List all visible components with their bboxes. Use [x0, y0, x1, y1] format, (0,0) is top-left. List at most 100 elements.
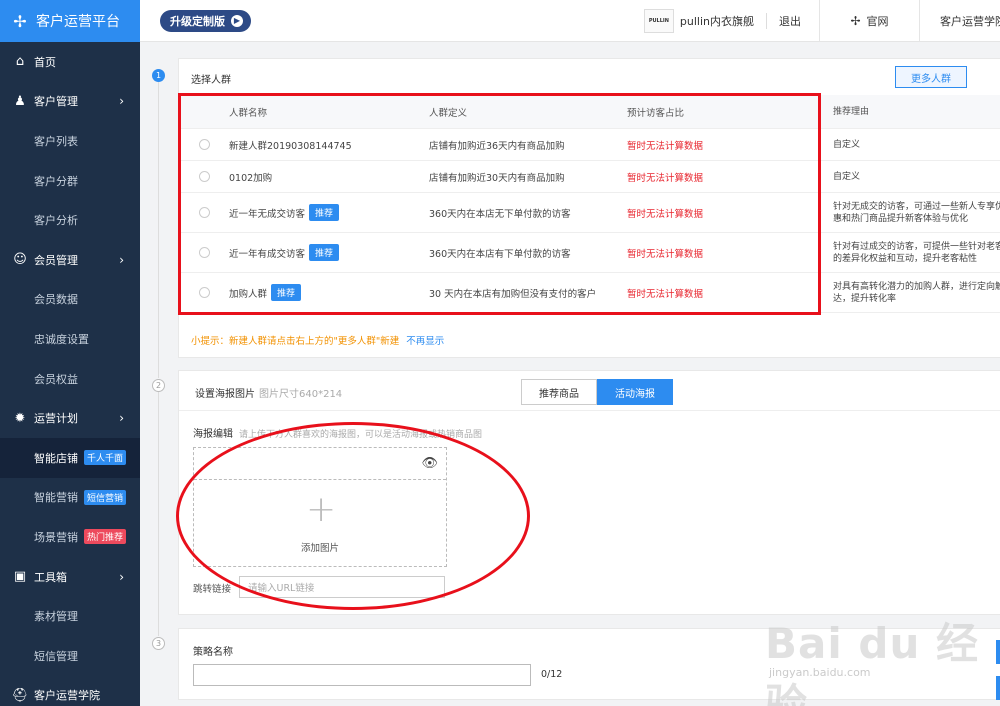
right-edge-tab[interactable] — [996, 676, 1000, 700]
tip-text: 小提示：新建人群请点击右上方的"更多人群"新建 不再显示 — [191, 333, 444, 347]
sidebar-item-16[interactable]: ⛑ 客户运营学院 — [0, 676, 140, 706]
sidebar-item-0[interactable]: ⌂ 首页 — [0, 42, 140, 82]
sidebar-item-14[interactable]: 素材管理 — [0, 596, 140, 636]
audience-name-cell: 新建人群20190308144745 — [229, 138, 429, 152]
right-edge-tab[interactable] — [996, 640, 1000, 664]
toolbox-icon: ▣ — [13, 569, 27, 585]
tab-event-poster[interactable]: 活动海报 — [597, 379, 673, 405]
sidebar-item-3[interactable]: 客户分群 — [0, 161, 140, 201]
row-radio[interactable] — [198, 247, 210, 258]
official-site-label: 官网 — [866, 15, 889, 28]
recommend-reason: 针对有过成交的访客，可提供一些针对老客的差异化权益和互动，提升老客粘性 — [833, 241, 1000, 264]
table-row[interactable]: 新建人群20190308144745 店铺有加购近36天内有商品加购 暂时无法计算数… — [179, 129, 1000, 161]
sidebar: ✢ 客户运营平台 ⌂ 首页 ♟ 客户管理 › 客户列表客户分群客户分析 ☺ 会员管理 › 会员数据… — [0, 0, 140, 706]
audience-table: 人群名称 人群定义 预计访客占比 推荐理由 新建人群20190308144745… — [179, 95, 1000, 313]
sidebar-item-label: 素材管理 — [34, 610, 78, 624]
sidebar-item-1[interactable]: ♟ 客户管理 › — [0, 82, 140, 122]
row-radio[interactable] — [198, 287, 210, 298]
sidebar-item-4[interactable]: 客户分析 — [0, 200, 140, 240]
row-radio-cell — [179, 287, 229, 298]
chevron-right-icon: › — [119, 411, 124, 426]
more-audience-button[interactable]: 更多人群 — [895, 66, 967, 88]
recommend-tag: 推荐 — [271, 284, 302, 301]
sidebar-item-label: 智能营销 — [34, 491, 78, 505]
sidebar-item-label: 短信管理 — [34, 649, 78, 663]
audience-name-cell: 近一年无成交访客 推荐 — [229, 204, 429, 221]
plus-icon: + — [306, 489, 337, 530]
sidebar-item-label: 会员管理 — [34, 253, 78, 267]
poster-editor-label: 海报编辑 请上传下方人群喜欢的海报图，可以是活动海报或热销商品图 — [193, 425, 482, 440]
sidebar-item-2[interactable]: 客户列表 — [0, 121, 140, 161]
bulb-icon: ✹ — [14, 410, 26, 426]
users-icon: ♟ — [14, 93, 26, 109]
table-row[interactable]: 加购人群 推荐 30 天内在本店有加购但没有支付的客户 暂时无法计算数据 对具有高转化潜… — [179, 273, 1000, 313]
table-row[interactable]: 近一年有成交访客 推荐 360天内在本店有下单付款的访客 暂时无法计算数据 针对有过成交… — [179, 233, 1000, 273]
image-upload-area[interactable]: 👁 + 添加图片 — [193, 447, 447, 567]
recommend-reason: 针对无成交的访客，可通过一些新人专享优惠和热门商品提升新客体验与优化 — [833, 201, 1000, 224]
tab-recommended-products[interactable]: 推荐商品 — [521, 379, 597, 405]
sidebar-item-7[interactable]: 忠诚度设置 — [0, 319, 140, 359]
sidebar-badge: 千人千面 — [84, 450, 127, 466]
url-input[interactable]: 请输入URL链接 — [239, 576, 445, 598]
visitor-ratio: 暂时无法计算数据 — [627, 172, 704, 184]
step-marker-2: 2 — [152, 379, 165, 392]
sidebar-item-11[interactable]: 智能营销 短信营销 — [0, 478, 140, 518]
strategy-name-panel: 策略名称 0/12 — [178, 628, 1000, 700]
visitor-ratio: 暂时无法计算数据 — [627, 208, 704, 220]
dismiss-tip-link[interactable]: 不再显示 — [406, 336, 444, 347]
table-row[interactable]: 0102加购 店铺有加购近30天内有商品加购 暂时无法计算数据 自定义 — [179, 161, 1000, 193]
chevron-right-icon: › — [119, 569, 124, 584]
recommend-tag: 推荐 — [309, 244, 340, 261]
sidebar-item-6[interactable]: 会员数据 — [0, 280, 140, 320]
row-radio[interactable] — [198, 171, 210, 182]
top-bar: 升级定制版 ▶ PULLIN pullin内衣旗舰 退出 ✢ 官网 客户运营学院 — [140, 0, 1000, 42]
sidebar-item-label: 客户列表 — [34, 134, 78, 148]
official-site-link[interactable]: ✢ 官网 — [820, 0, 920, 42]
upgrade-button[interactable]: 升级定制版 ▶ — [160, 9, 251, 32]
visitor-ratio: 暂时无法计算数据 — [627, 140, 704, 152]
column-header: 人群定义 — [429, 107, 468, 119]
pinwheel-icon: ✢ — [13, 11, 27, 31]
sidebar-item-10[interactable]: 智能店铺 千人千面 — [0, 437, 140, 478]
section-title: 选择人群 — [191, 75, 231, 86]
step-marker-3: 3 — [152, 637, 165, 650]
table-header: 人群名称 人群定义 预计访客占比 推荐理由 — [179, 95, 1000, 129]
eye-icon[interactable]: 👁 — [421, 456, 438, 471]
sidebar-item-label: 场景营销 — [34, 530, 78, 544]
brand-header[interactable]: ✢ 客户运营平台 — [0, 0, 140, 42]
audience-definition: 360天内在本店有下单付款的访客 — [429, 248, 571, 260]
tip-message: 小提示：新建人群请点击右上方的"更多人群"新建 — [191, 336, 400, 347]
recommend-reason: 自定义 — [833, 139, 861, 150]
school-icon: ⛑ — [11, 687, 29, 703]
sidebar-item-9[interactable]: ✹ 运营计划 › — [0, 398, 140, 438]
top-right-area: PULLIN pullin内衣旗舰 退出 ✢ 官网 客户运营学院 — [643, 0, 1000, 42]
sidebar-item-5[interactable]: ☺ 会员管理 › — [0, 240, 140, 280]
sidebar-item-label: 客户分析 — [34, 214, 78, 228]
sidebar-item-13[interactable]: ▣ 工具箱 › — [0, 557, 140, 597]
audience-name-cell: 近一年有成交访客 推荐 — [229, 244, 429, 261]
audience-definition: 30 天内在本店有加购但没有支付的客户 — [429, 288, 597, 300]
sidebar-item-8[interactable]: 会员权益 — [0, 359, 140, 399]
table-row[interactable]: 近一年无成交访客 推荐 360天内在本店无下单付款的访客 暂时无法计算数据 针对无成交的… — [179, 193, 1000, 233]
home-icon: ⌂ — [15, 54, 25, 70]
academy-link[interactable]: 客户运营学院 — [920, 0, 1000, 42]
sidebar-item-15[interactable]: 短信管理 — [0, 636, 140, 676]
strategy-name-input[interactable] — [193, 664, 531, 686]
row-radio[interactable] — [198, 139, 210, 150]
poster-type-toggle: 推荐商品 活动海报 — [521, 379, 673, 405]
visitor-ratio: 暂时无法计算数据 — [627, 248, 704, 260]
jump-link-label: 跳转链接 — [193, 584, 232, 595]
editor-label: 海报编辑 — [193, 429, 233, 440]
add-image-label: 添加图片 — [300, 543, 339, 554]
column-header: 预计访客占比 — [627, 107, 685, 119]
sidebar-item-label: 会员数据 — [34, 293, 78, 307]
step-connector — [158, 82, 159, 378]
step-marker-1: 1 — [152, 69, 165, 82]
sidebar-item-12[interactable]: 场景营销 热门推荐 — [0, 517, 140, 557]
column-header: 推荐理由 — [833, 106, 870, 117]
section-title: 策略名称 — [193, 647, 233, 658]
logout-link[interactable]: 退出 — [767, 0, 820, 42]
shop-name[interactable]: pullin内衣旗舰 — [680, 13, 767, 29]
row-radio[interactable] — [198, 207, 210, 218]
row-radio-cell — [179, 247, 229, 258]
